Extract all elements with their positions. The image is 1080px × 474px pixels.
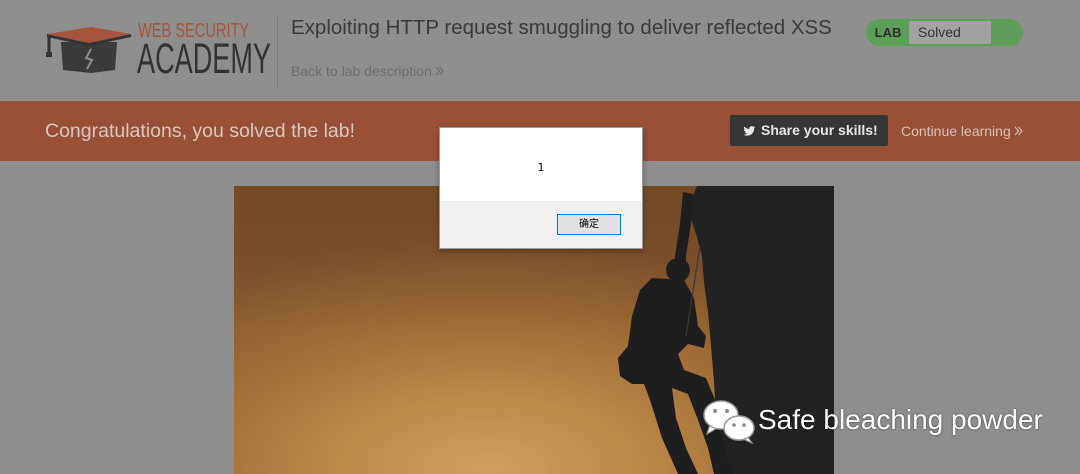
lab-title: Exploiting HTTP request smuggling to del… — [291, 16, 832, 39]
lab-status-label: LAB — [874, 25, 902, 40]
back-link-label: Back to lab description — [291, 63, 432, 79]
share-your-skills-button[interactable]: Share your skills! — [730, 115, 888, 146]
lab-page: WEB SECURITY ACADEMY Exploiting HTTP req… — [0, 0, 1080, 474]
lab-header: WEB SECURITY ACADEMY Exploiting HTTP req… — [0, 0, 1080, 101]
lab-status-value: Solved — [909, 21, 991, 44]
graduation-cap-icon — [46, 27, 131, 73]
back-to-lab-description-link[interactable]: Back to lab description — [291, 62, 444, 80]
alert-dialog: 1 确定 — [439, 127, 643, 249]
share-button-label: Share your skills! — [761, 122, 878, 138]
continue-learning-link[interactable]: Continue learning — [901, 101, 1023, 161]
lab-status-indicator — [991, 21, 1023, 44]
lab-status-badge: LAB Solved — [866, 19, 1023, 46]
twitter-icon — [743, 125, 756, 136]
logo-line2: ACADEMY — [137, 35, 271, 83]
dialog-footer: 确定 — [440, 201, 642, 248]
watermark: Safe bleaching powder — [702, 396, 1047, 446]
ok-button[interactable]: 确定 — [557, 214, 621, 235]
academy-logo[interactable]: WEB SECURITY ACADEMY — [0, 0, 276, 101]
header-divider — [277, 14, 278, 90]
watermark-text: Safe bleaching powder — [758, 404, 1043, 435]
double-chevron-right-icon — [1014, 126, 1023, 136]
double-chevron-right-icon — [435, 66, 444, 76]
congratulations-message: Congratulations, you solved the lab! — [45, 120, 356, 142]
dialog-message: 1 — [537, 161, 545, 174]
continue-link-label: Continue learning — [901, 123, 1011, 139]
wechat-icon — [703, 400, 755, 444]
dialog-body: 1 — [440, 128, 642, 201]
